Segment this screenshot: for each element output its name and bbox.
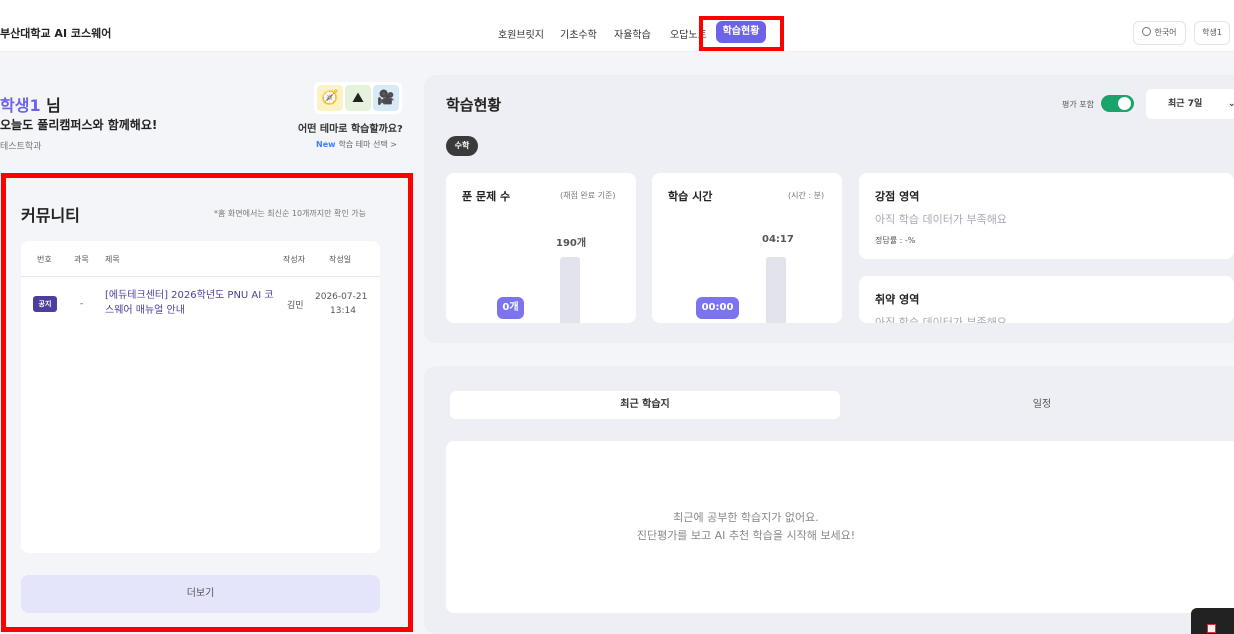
strength-rate: 정답률 : -%: [875, 236, 916, 245]
name-suffix: 님: [40, 96, 61, 115]
strength-sub: 아직 학습 데이터가 부족해요: [875, 213, 1007, 226]
solved-note: (채점 완료 기준): [560, 191, 616, 200]
mountain-icon: ⛰: [345, 85, 371, 111]
empty-line-1: 최근에 공부한 학습지가 없어요.: [673, 511, 819, 524]
subject-chip[interactable]: 수학: [446, 136, 478, 156]
theme-link-label: 학습 테마 선택 >: [338, 140, 398, 149]
greeting-message: 오늘도 풀리캠퍼스와 함께해요!: [0, 118, 158, 132]
user-menu-button[interactable]: 학생1: [1194, 21, 1230, 45]
solved-my-value: 0개: [497, 297, 524, 319]
status-title: 학습현황: [446, 96, 502, 114]
solved-count-card: 푼 문제 수 (채점 완료 기준) 190개 0개: [446, 173, 636, 323]
user-name: 학생1: [0, 96, 41, 115]
solved-ref-bar: [560, 257, 580, 323]
empty-line-2: 진단평가를 보고 AI 추천 학습을 시작해 보세요!: [636, 529, 856, 542]
eval-toggle[interactable]: [1101, 95, 1134, 112]
strength-title: 강점 영역: [875, 190, 920, 203]
time-note: (시간 : 분): [788, 191, 825, 200]
theme-question: 어떤 테마로 학습할까요?: [298, 124, 403, 135]
solved-title: 푼 문제 수: [462, 190, 511, 203]
chat-icon: [1207, 624, 1216, 633]
period-dropdown[interactable]: 최근 7일 ⌄: [1146, 89, 1234, 119]
nav-highlight-box: [699, 16, 784, 51]
greeting-name: 학생1 님: [0, 92, 61, 116]
theme-select-link[interactable]: New 학습 테마 선택 >: [316, 139, 397, 150]
nav-item-bridge[interactable]: 호원브릿지: [498, 26, 544, 41]
tab-recent-worksheets[interactable]: 최근 학습지: [450, 391, 840, 419]
camera-icon: 🎥: [373, 85, 399, 111]
eval-toggle-label: 평가 포함: [1062, 100, 1094, 109]
toggle-knob: [1118, 97, 1131, 110]
weakness-card: 취약 영역 아직 학습 데이터가 부족해요: [859, 276, 1234, 323]
main-nav: 호원브릿지 기초수학 자율학습 오답노트: [0, 20, 1234, 44]
period-value: 최근 7일: [1168, 99, 1203, 109]
time-title: 학습 시간: [668, 190, 713, 203]
tab-schedule[interactable]: 일정: [850, 391, 1234, 419]
compass-icon: 🧭: [317, 85, 343, 111]
language-button[interactable]: 한국어: [1133, 21, 1186, 45]
community-highlight-box: [1, 173, 413, 632]
solved-ref-value: 190개: [556, 238, 587, 249]
time-my-value: 00:00: [696, 297, 739, 319]
nav-item-basic-math[interactable]: 기초수학: [560, 26, 597, 41]
empty-state-message: 최근에 공부한 학습지가 없어요. 진단평가를 보고 AI 추천 학습을 시작해…: [446, 509, 1046, 545]
study-time-card: 학습 시간 (시간 : 분) 04:17 00:00: [652, 173, 842, 323]
strength-card: 강점 영역 아직 학습 데이터가 부족해요 정답률 : -%: [859, 173, 1234, 259]
new-badge: New: [316, 140, 336, 149]
department-label: 테스트학과: [0, 142, 42, 152]
nav-item-self-study[interactable]: 자율학습: [614, 26, 651, 41]
top-header: 부산대학교 AI 코스웨어 호원브릿지 기초수학 자율학습 오답노트 학습현황 …: [0, 0, 1234, 52]
chevron-down-icon: ⌄: [1228, 99, 1234, 109]
weakness-sub: 아직 학습 데이터가 부족해요: [875, 316, 1007, 323]
theme-icons[interactable]: 🧭 ⛰ 🎥: [314, 82, 402, 114]
weakness-title: 취약 영역: [875, 293, 920, 306]
language-label: 한국어: [1154, 28, 1177, 37]
globe-icon: [1142, 27, 1152, 36]
time-ref-bar: [766, 257, 786, 323]
time-ref-value: 04:17: [762, 234, 794, 245]
chat-widget-button[interactable]: [1191, 608, 1234, 634]
